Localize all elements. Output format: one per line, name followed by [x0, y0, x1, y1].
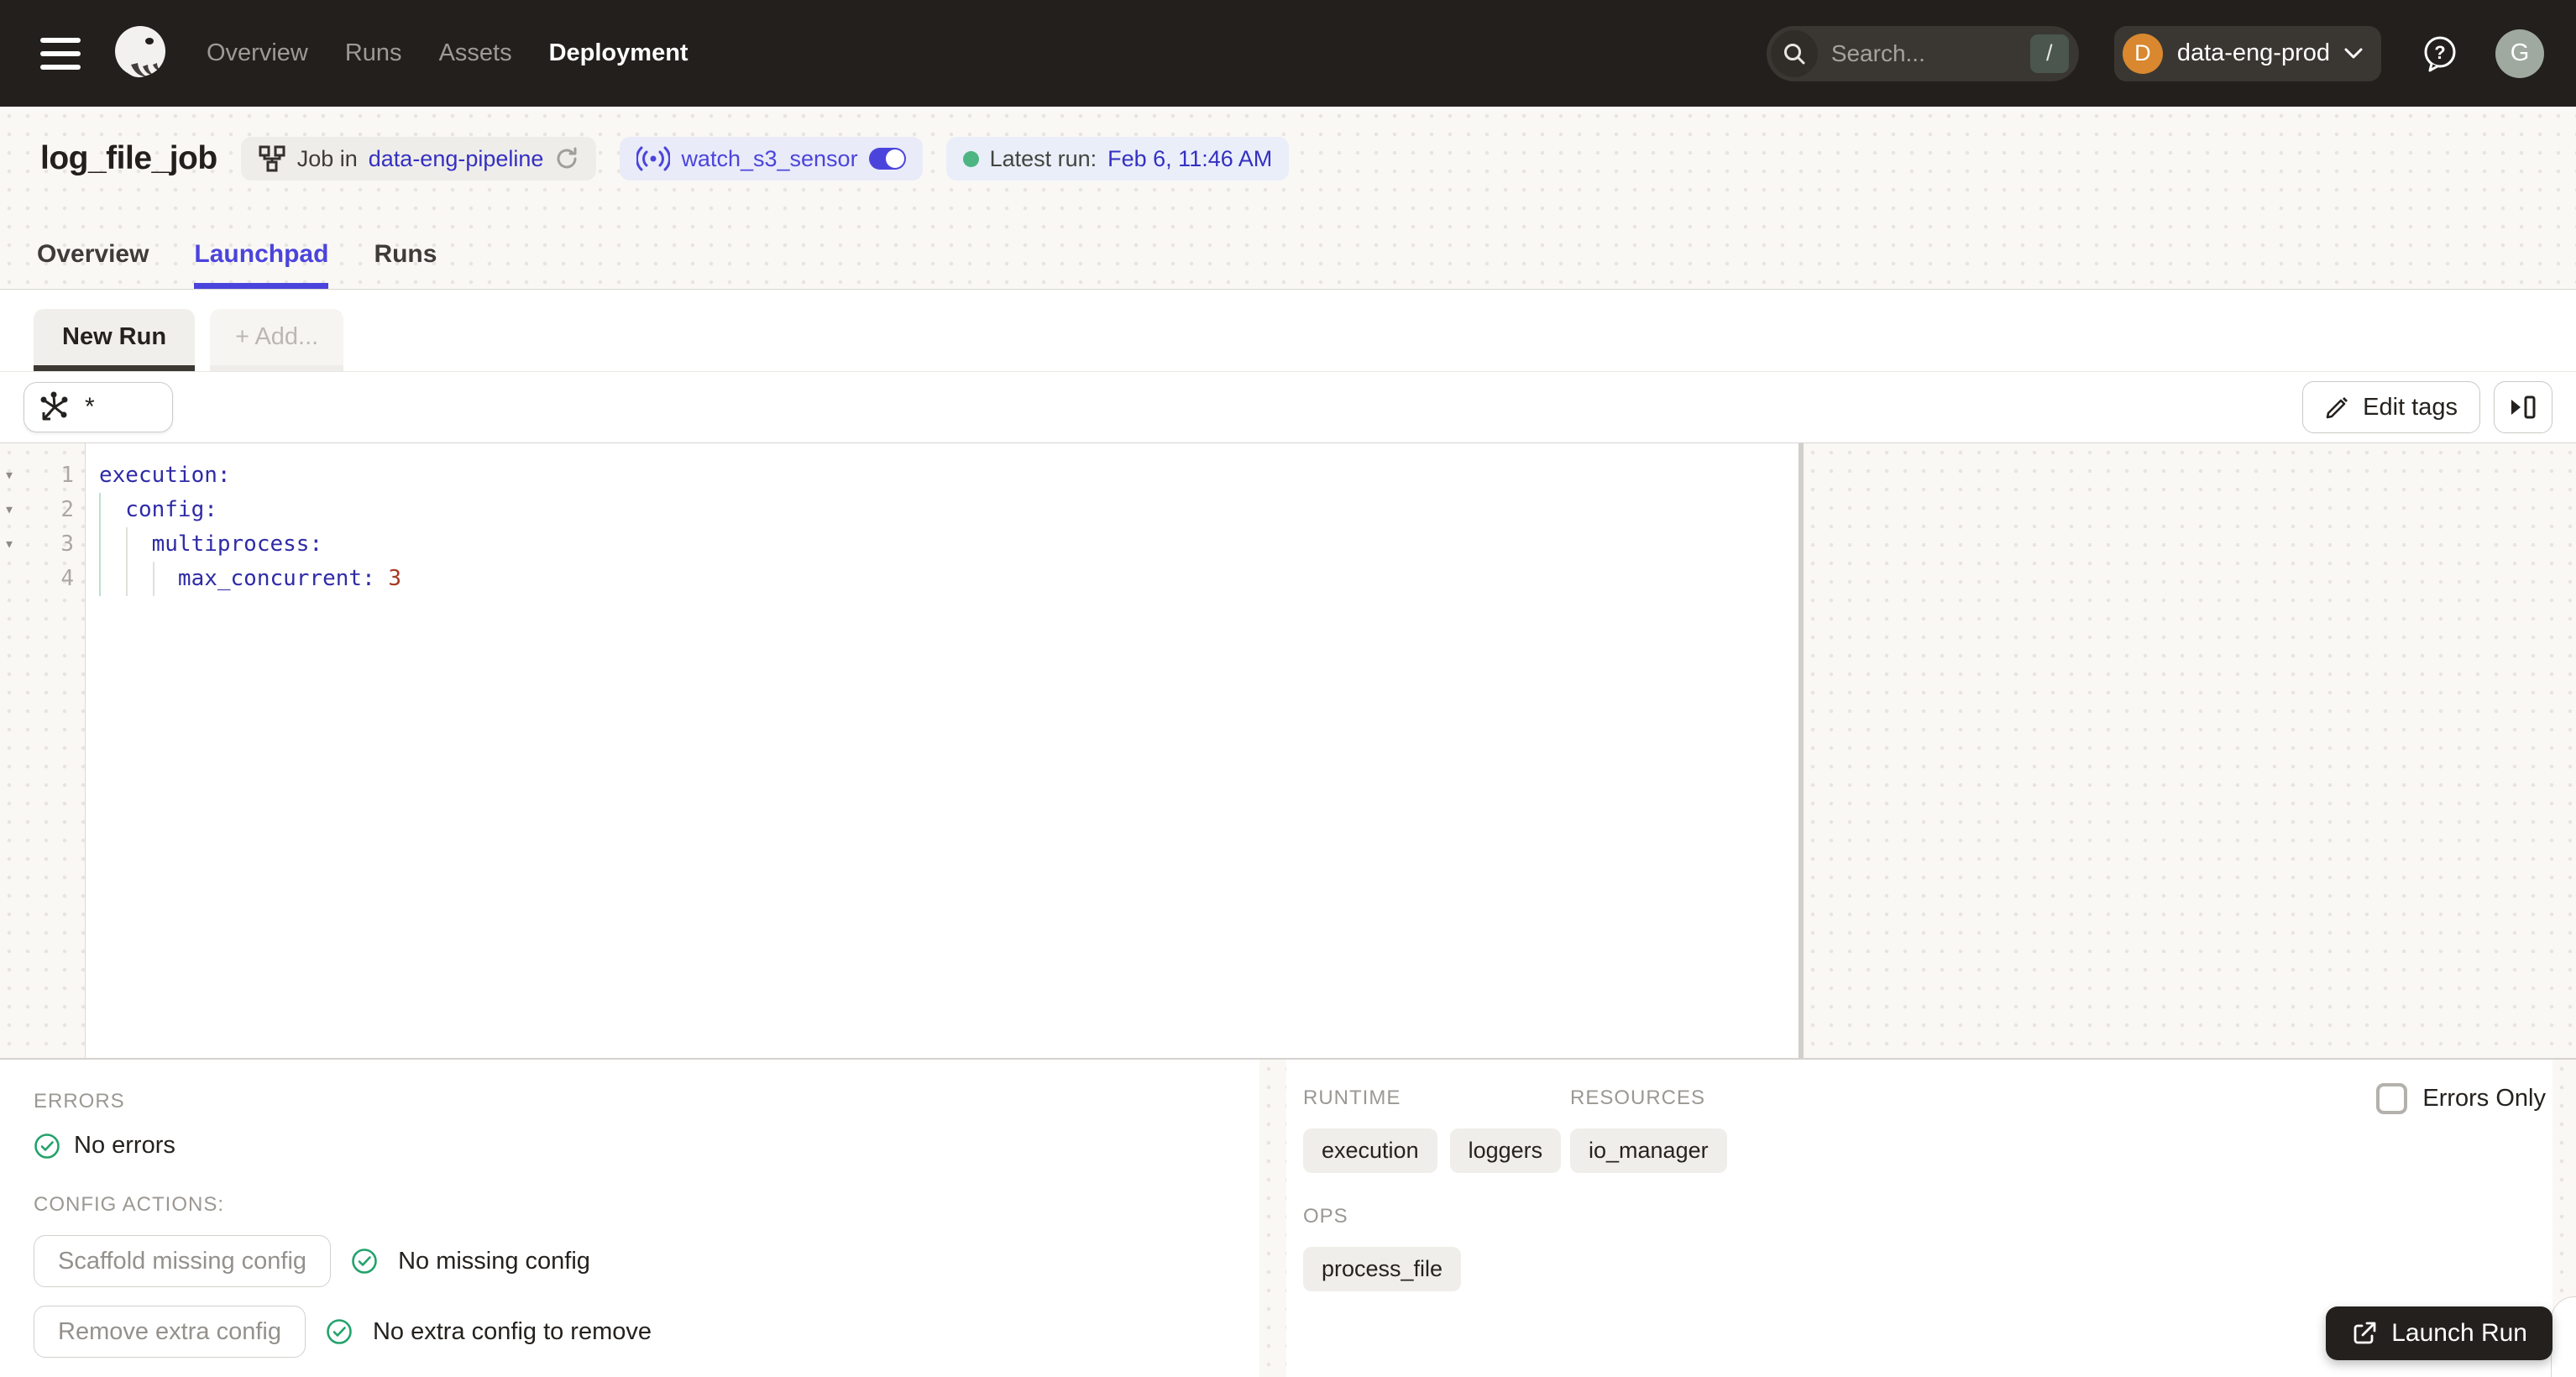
ops-section-label: OPS [1303, 1205, 1348, 1228]
expand-panel-button[interactable] [2494, 381, 2552, 433]
runtime-chip-loggers[interactable]: loggers [1449, 1128, 1562, 1173]
editor-right-pane [1804, 443, 2576, 1058]
fold-arrow-icon[interactable]: ▾ [4, 458, 14, 492]
tab-runs[interactable]: Runs [374, 240, 437, 289]
no-errors-status: No errors [34, 1132, 1259, 1160]
launchpad-bottom-panel: ERRORS No errors CONFIG ACTIONS: Scaffol… [0, 1058, 2576, 1377]
op-graph-icon [40, 391, 68, 421]
indent-guide [153, 562, 154, 596]
editor-code-area[interactable]: execution: config: multiprocess: max_con… [86, 443, 1798, 1058]
check-circle-icon [352, 1249, 377, 1274]
sensor-link[interactable]: watch_s3_sensor [681, 146, 857, 172]
job-tabs: Overview Launchpad Runs [37, 240, 437, 289]
launchpad-toolbar: * Edit tags [0, 372, 2576, 443]
svg-text:?: ? [2434, 42, 2445, 63]
user-avatar[interactable]: G [2495, 29, 2544, 78]
collapsed-right-strip [2551, 1060, 2576, 1377]
launchpad-session-tabs: New Run + Add... [0, 290, 2576, 372]
nav-item-deployment[interactable]: Deployment [549, 39, 689, 67]
indent-guide [126, 527, 128, 596]
expand-panel-icon [2511, 395, 2536, 419]
page-title: log_file_job [40, 140, 217, 176]
top-nav: Overview Runs Assets Deployment / D data… [0, 0, 2576, 107]
indent-guide [99, 493, 101, 596]
session-tab-new-run[interactable]: New Run [34, 309, 196, 371]
page-header: log_file_job Job in data-eng-pipeline wa… [0, 107, 2576, 290]
runtime-section-label: RUNTIME [1303, 1086, 1401, 1109]
search-shortcut-key: / [2029, 34, 2069, 73]
config-editor[interactable]: ▾ 1 ▾ 2 ▾ 3 4 execution: config: multiproce… [0, 443, 1798, 1058]
fold-arrow-icon[interactable]: ▾ [4, 492, 14, 526]
help-icon[interactable]: ? [2420, 34, 2460, 74]
launch-run-button[interactable]: Launch Run [2326, 1306, 2552, 1360]
search-icon [1770, 29, 1818, 77]
errors-section-label: ERRORS [34, 1090, 125, 1113]
gutter-line: ▾ 2 [0, 493, 85, 527]
launch-icon [2353, 1322, 2376, 1344]
deployment-name: data-eng-prod [2176, 39, 2330, 66]
scaffold-missing-config-button[interactable]: Scaffold missing config [34, 1235, 332, 1287]
tab-launchpad[interactable]: Launchpad [194, 240, 329, 289]
nav-item-runs[interactable]: Runs [345, 39, 402, 67]
pencil-icon [2326, 397, 2348, 419]
job-location-badge: Job in data-eng-pipeline [240, 137, 597, 181]
tab-overview[interactable]: Overview [37, 240, 149, 289]
primary-nav: Overview Runs Assets Deployment [207, 39, 689, 67]
gutter-line: ▾ 3 [0, 527, 85, 562]
workflow-icon [259, 145, 285, 172]
errors-only-checkbox[interactable] [2376, 1083, 2408, 1114]
latest-run-label: Latest run: [989, 145, 1097, 171]
reload-icon[interactable] [554, 146, 579, 171]
sensor-toggle[interactable] [868, 148, 906, 170]
edit-tags-button[interactable]: Edit tags [2302, 381, 2480, 433]
job-badge-prefix: Job in [296, 145, 358, 171]
latest-run-link[interactable]: Feb 6, 11:46 AM [1107, 146, 1272, 172]
code-line[interactable]: max_concurrent: 3 [99, 562, 1798, 596]
check-circle-icon [34, 1133, 60, 1159]
no-extra-config-text: No extra config to remove [372, 1317, 652, 1345]
nav-item-overview[interactable]: Overview [207, 39, 308, 67]
editor-gutter: ▾ 1 ▾ 2 ▾ 3 4 [0, 443, 86, 1058]
run-status-dot [962, 150, 979, 167]
op-selector-input[interactable]: * [24, 382, 173, 432]
resources-section-label: RESOURCES [1570, 1086, 1706, 1109]
check-circle-icon [327, 1319, 352, 1344]
no-missing-config-text: No missing config [398, 1247, 590, 1275]
errors-only-control: Errors Only [2376, 1083, 2546, 1114]
resources-chip-io-manager[interactable]: io_manager [1570, 1128, 1727, 1173]
chevron-down-icon [2344, 48, 2363, 58]
add-session-tab-button[interactable]: + Add... [210, 309, 344, 371]
launchpad-main-split: ▾ 1 ▾ 2 ▾ 3 4 execution: config: multiproce… [0, 443, 2576, 1058]
search-input[interactable] [1830, 39, 1991, 67]
code-line[interactable]: multiprocess: [99, 527, 1798, 562]
op-selector-value: * [85, 393, 95, 421]
code-line[interactable]: execution: [99, 458, 1798, 493]
config-actions-label: CONFIG ACTIONS: [34, 1193, 225, 1216]
corner-card [2551, 1296, 2576, 1377]
sensor-icon [636, 146, 671, 171]
hamburger-menu-icon[interactable] [40, 37, 81, 70]
gutter-line: 4 [60, 566, 74, 591]
edit-tags-label: Edit tags [2363, 393, 2458, 421]
gutter-line: ▾ 1 [0, 458, 85, 493]
latest-run-badge: Latest run: Feb 6, 11:46 AM [945, 137, 1290, 181]
code-line[interactable]: config: [99, 493, 1798, 527]
ops-chip-process-file[interactable]: process_file [1303, 1247, 1462, 1291]
repo-link[interactable]: data-eng-pipeline [369, 146, 544, 172]
errors-only-label: Errors Only [2422, 1085, 2546, 1112]
deployment-avatar: D [2122, 33, 2163, 74]
nav-item-assets[interactable]: Assets [439, 39, 512, 67]
bottom-panel-gutter [1259, 1060, 1286, 1377]
sensor-badge: watch_s3_sensor [620, 137, 923, 181]
no-errors-text: No errors [74, 1132, 175, 1159]
global-search[interactable]: / [1766, 25, 2079, 81]
runtime-chip-execution[interactable]: execution [1303, 1128, 1437, 1173]
dagster-logo-icon[interactable] [109, 23, 171, 85]
fold-arrow-icon[interactable]: ▾ [4, 526, 14, 561]
remove-extra-config-button[interactable]: Remove extra config [34, 1306, 306, 1358]
launch-run-label: Launch Run [2391, 1319, 2527, 1347]
deployment-switcher[interactable]: D data-eng-prod [2113, 25, 2381, 81]
errors-panel: ERRORS No errors CONFIG ACTIONS: Scaffol… [0, 1060, 1259, 1377]
